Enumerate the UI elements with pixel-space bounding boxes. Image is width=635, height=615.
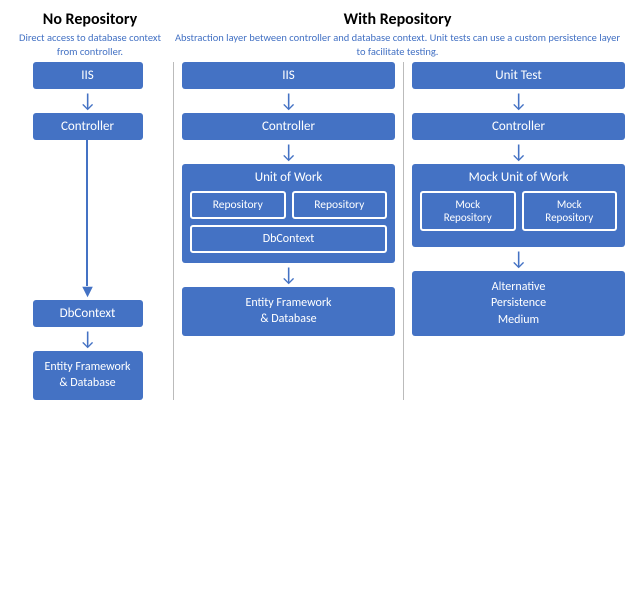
- arrow-right-1: ↓: [509, 91, 527, 111]
- bottom-box-middle: Entity Framework& Database: [182, 287, 395, 335]
- no-repo-title: No Repository: [10, 10, 170, 29]
- right-column: Unit Test ↓ Controller ↓ Mock Unit of Wo…: [412, 62, 625, 336]
- middle-column: IIS ↓ Controller ↓ Unit of Work Reposito…: [182, 62, 395, 335]
- no-repo-header: No Repository Direct access to database …: [10, 10, 170, 58]
- with-repo-title: With Repository: [170, 10, 625, 29]
- arrow-right-2: ↓: [509, 142, 527, 162]
- arrow-middle-3: ↓: [279, 265, 297, 285]
- long-arrow-no-repo: ▼: [79, 140, 97, 300]
- bottom-box-no-repo: Entity Framework& Database: [33, 351, 143, 399]
- unit-test-box: Unit Test: [412, 62, 625, 89]
- no-repo-desc: Direct access to database context from c…: [10, 31, 170, 58]
- no-repo-column: IIS ↓ Controller ▼ DbContext ↓ Entity Fr…: [10, 62, 165, 399]
- bottom-box-right: AlternativePersistenceMedium: [412, 271, 625, 336]
- arrow-down-1: ↓: [78, 91, 96, 111]
- controller-box-middle: Controller: [182, 113, 395, 140]
- divider-1: [173, 62, 174, 399]
- with-repo-desc: Abstraction layer between controller and…: [170, 31, 625, 58]
- mock-repository-box-2: MockRepository: [522, 191, 618, 231]
- arrow-down-2-no-repo: ↓: [78, 329, 96, 349]
- arrow-middle-1: ↓: [279, 91, 297, 111]
- repository-box-2: Repository: [292, 191, 388, 219]
- mock-repositories-row: MockRepository MockRepository: [420, 191, 617, 231]
- dbcontext-box-no-repo: DbContext: [33, 300, 143, 327]
- divider-2: [403, 62, 404, 399]
- mock-unit-of-work-container: Mock Unit of Work MockRepository MockRep…: [412, 164, 625, 247]
- arrow-middle-2: ↓: [279, 142, 297, 162]
- unit-of-work-title: Unit of Work: [190, 170, 387, 185]
- repository-box-1: Repository: [190, 191, 286, 219]
- diagram: No Repository Direct access to database …: [0, 0, 635, 615]
- arrow-right-3: ↓: [509, 249, 527, 269]
- with-repo-header: With Repository Abstraction layer betwee…: [170, 10, 625, 58]
- iis-box-no-repo: IIS: [33, 62, 143, 89]
- mock-unit-of-work-title: Mock Unit of Work: [420, 170, 617, 185]
- mock-repository-box-1: MockRepository: [420, 191, 516, 231]
- repositories-row: Repository Repository: [190, 191, 387, 219]
- iis-box-middle: IIS: [182, 62, 395, 89]
- headers: No Repository Direct access to database …: [10, 10, 625, 58]
- controller-box-right: Controller: [412, 113, 625, 140]
- dbcontext-inner-box: DbContext: [190, 225, 387, 253]
- controller-box-no-repo: Controller: [33, 113, 143, 140]
- unit-of-work-container: Unit of Work Repository Repository DbCon…: [182, 164, 395, 263]
